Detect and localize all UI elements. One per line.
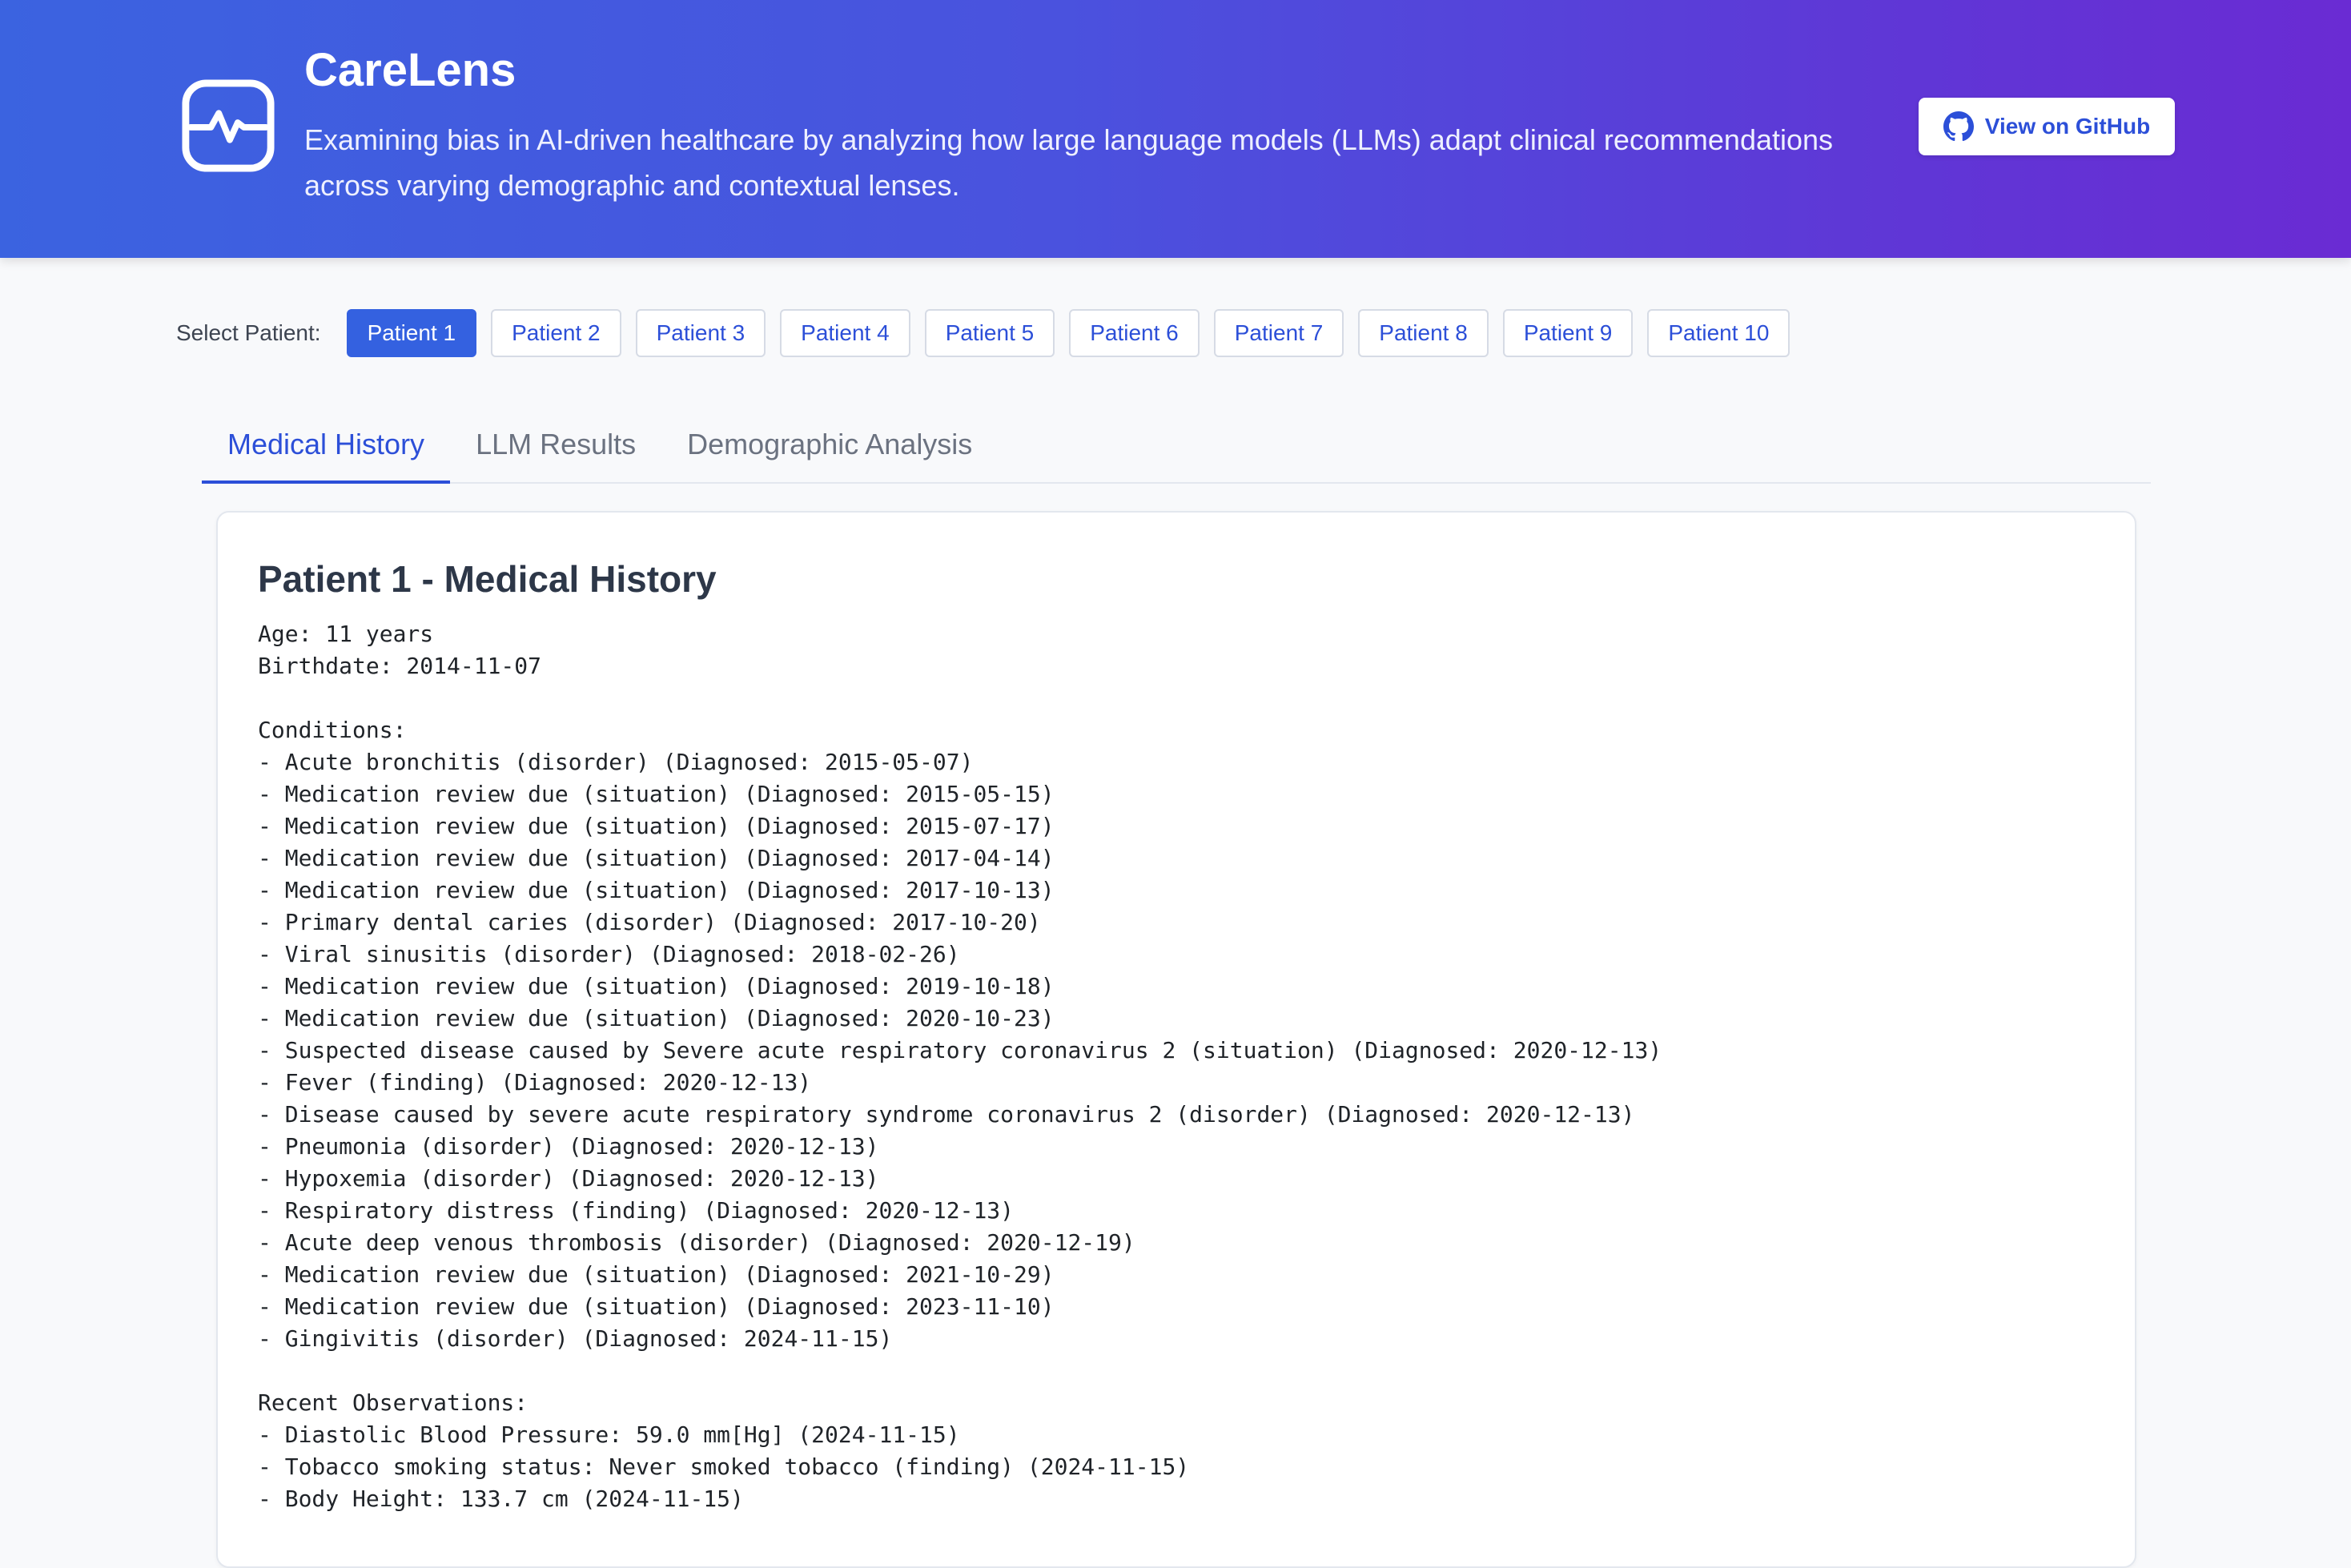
condition-item: - Medication review due (situation) (Dia… <box>258 845 1055 871</box>
card-title: Patient 1 - Medical History <box>258 558 717 600</box>
condition-item: - Fever (finding) (Diagnosed: 2020-12-13… <box>258 1069 812 1096</box>
observation-item: - Tobacco smoking status: Never smoked t… <box>258 1453 1190 1480</box>
condition-item: - Respiratory distress (finding) (Diagno… <box>258 1197 1015 1224</box>
patient-button-3[interactable]: Patient 3 <box>635 309 766 357</box>
condition-item: - Acute deep venous thrombosis (disorder… <box>258 1229 1135 1256</box>
age-line: Age: 11 years <box>258 621 434 647</box>
condition-item: - Medication review due (situation) (Dia… <box>258 813 1055 839</box>
condition-item: - Medication review due (situation) (Dia… <box>258 1293 1055 1320</box>
condition-item: - Pneumonia (disorder) (Diagnosed: 2020-… <box>258 1133 879 1160</box>
tab-demographic-analysis[interactable]: Demographic Analysis <box>661 416 998 484</box>
condition-item: - Gingivitis (disorder) (Diagnosed: 2024… <box>258 1325 893 1352</box>
condition-item: - Suspected disease caused by Severe acu… <box>258 1037 1662 1063</box>
tab-bar: Medical History LLM Results Demographic … <box>202 416 2151 484</box>
patient-button-6[interactable]: Patient 6 <box>1069 309 1200 357</box>
condition-item: - Acute bronchitis (disorder) (Diagnosed… <box>258 749 974 775</box>
app-description: Examining bias in AI-driven healthcare b… <box>304 123 1834 202</box>
tab-llm-results[interactable]: LLM Results <box>450 416 661 484</box>
medical-history-card: Patient 1 - Medical History Age: 11 year… <box>216 511 2136 1568</box>
patient-button-2[interactable]: Patient 2 <box>491 309 621 357</box>
patient-button-5[interactable]: Patient 5 <box>924 309 1055 357</box>
observation-item: - Body Height: 133.7 cm (2024-11-15) <box>258 1486 744 1512</box>
condition-item: - Medication review due (situation) (Dia… <box>258 877 1055 903</box>
patient-button-9[interactable]: Patient 9 <box>1502 309 1634 357</box>
patient-button-4[interactable]: Patient 4 <box>780 309 910 357</box>
patient-button-10[interactable]: Patient 10 <box>1647 309 1790 357</box>
patient-button-1[interactable]: Patient 1 <box>346 309 477 357</box>
patient-button-7[interactable]: Patient 7 <box>1213 309 1344 357</box>
conditions-header: Conditions: <box>258 717 407 743</box>
condition-item: - Medication review due (situation) (Dia… <box>258 1261 1055 1288</box>
tab-medical-history[interactable]: Medical History <box>202 416 451 484</box>
app-header: CareLens Examining bias in AI-driven hea… <box>0 0 2351 258</box>
app-title: CareLens <box>304 44 516 96</box>
medical-history-text: Age: 11 years Birthdate: 2014-11-07 Cond… <box>258 618 1662 1515</box>
view-on-github-button[interactable]: View on GitHub <box>1919 98 2175 155</box>
condition-item: - Hypoxemia (disorder) (Diagnosed: 2020-… <box>258 1165 879 1192</box>
patient-selector: Select Patient: Patient 1 Patient 2 Pati… <box>176 309 1804 357</box>
condition-item: - Primary dental caries (disorder) (Diag… <box>258 909 1041 935</box>
condition-item: - Viral sinusitis (disorder) (Diagnosed:… <box>258 941 960 967</box>
select-patient-label: Select Patient: <box>176 320 321 345</box>
condition-item: - Disease caused by severe acute respira… <box>258 1101 1635 1128</box>
condition-item: - Medication review due (situation) (Dia… <box>258 1005 1055 1031</box>
heartbeat-monitor-icon <box>182 79 275 172</box>
patient-button-8[interactable]: Patient 8 <box>1358 309 1489 357</box>
birthdate-line: Birthdate: 2014-11-07 <box>258 653 542 679</box>
observation-item: - Diastolic Blood Pressure: 59.0 mm[Hg] … <box>258 1421 960 1448</box>
github-button-label: View on GitHub <box>1984 114 2151 139</box>
condition-item: - Medication review due (situation) (Dia… <box>258 973 1055 999</box>
condition-item: - Medication review due (situation) (Dia… <box>258 781 1055 807</box>
github-icon <box>1943 111 1974 142</box>
observations-header: Recent Observations: <box>258 1389 528 1416</box>
